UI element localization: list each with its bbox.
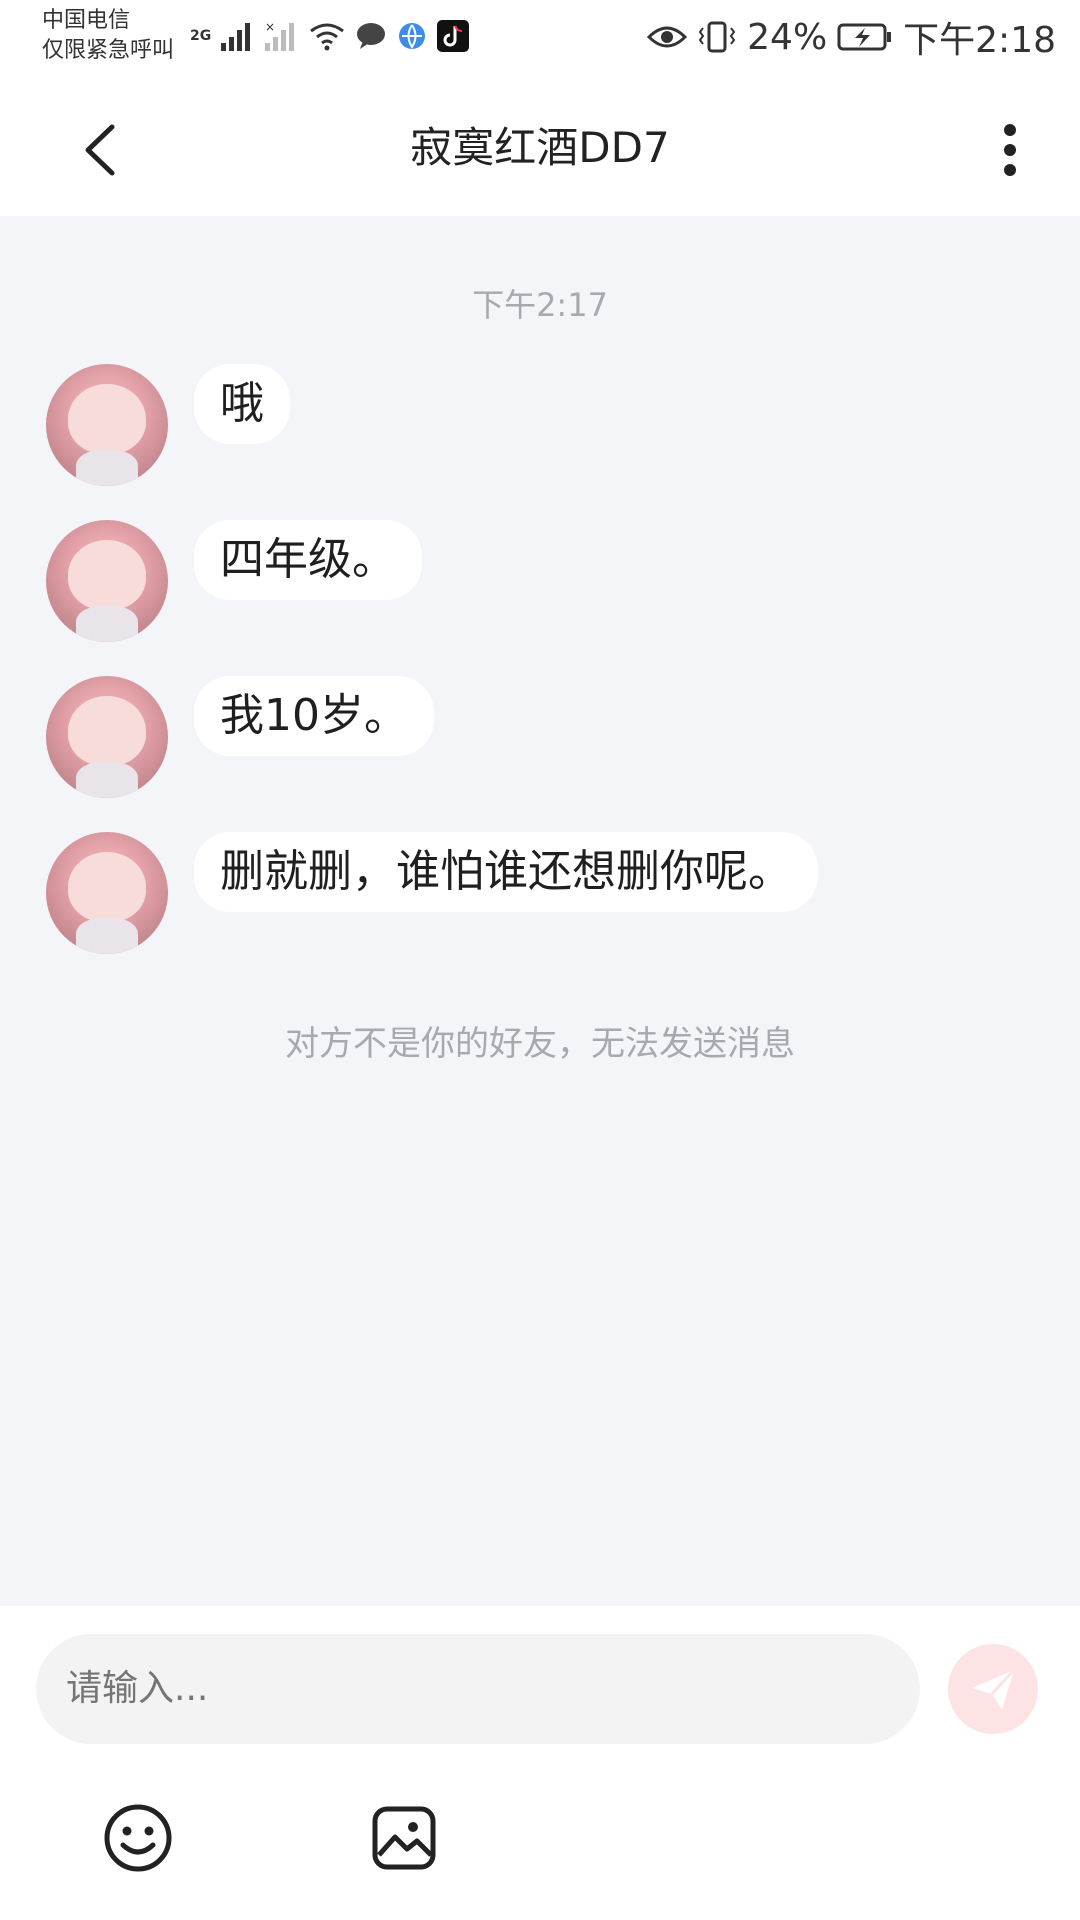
emoji-button[interactable] [100,1800,176,1876]
image-button[interactable] [366,1800,442,1876]
message-row: 哦 [46,364,290,486]
wifi-icon [310,23,345,51]
page-title: 寂寞红酒DD7 [410,123,670,172]
message-row: 删就删，谁怕谁还想删你呢。 [46,832,818,954]
chat-header: 寂寞红酒DD7 [0,80,1080,216]
paper-plane-icon [972,1668,1016,1710]
message-bubble[interactable]: 删就删，谁怕谁还想删你呢。 [194,832,818,912]
chat-notification-icon [357,23,386,49]
clock: 下午2:18 [903,20,1056,61]
network-type: 2G [190,28,212,44]
browser-icon [399,23,426,49]
svg-text:×: × [265,21,275,34]
signal-off-icon: × [265,21,295,51]
chat-area[interactable]: 下午2:17 哦 四年级。 我10岁。 删就删，谁怕谁还想删你呢。 对方不是你的… [0,216,1080,1606]
system-notice: 对方不是你的好友，无法发送消息 [285,1024,795,1064]
image-icon [372,1806,436,1870]
time-divider: 下午2:17 [472,286,608,324]
message-bubble[interactable]: 四年级。 [194,520,422,600]
avatar[interactable] [46,832,168,954]
more-options-button[interactable] [980,110,1040,190]
signal-icon [221,23,251,51]
status-bar: 中国电信 仅限紧急呼叫 2G × 24% 下午2:18 [0,0,1080,80]
avatar[interactable] [46,364,168,486]
message-row: 我10岁。 [46,676,434,798]
eye-icon [647,26,688,48]
message-bubble[interactable]: 哦 [194,364,290,444]
carrier-name: 中国电信 [42,8,131,33]
message-composer [0,1606,1080,1920]
status-icons-left: 2G × [190,16,470,56]
status-icons-right: 24% 下午2:18 [647,12,1056,62]
send-button[interactable] [948,1644,1038,1734]
carrier-info: 中国电信 仅限紧急呼叫 [42,6,174,66]
vibrate-icon [698,21,736,53]
tiktok-icon [437,20,470,52]
avatar[interactable] [46,676,168,798]
battery-percent: 24% [747,16,828,58]
message-input[interactable] [36,1634,920,1744]
carrier-status: 仅限紧急呼叫 [42,38,175,63]
message-row: 四年级。 [46,520,422,642]
battery-charging-icon [837,23,892,51]
more-vertical-icon [1004,124,1016,176]
message-bubble[interactable]: 我10岁。 [194,676,434,756]
smiley-icon [104,1804,172,1872]
avatar[interactable] [46,520,168,642]
